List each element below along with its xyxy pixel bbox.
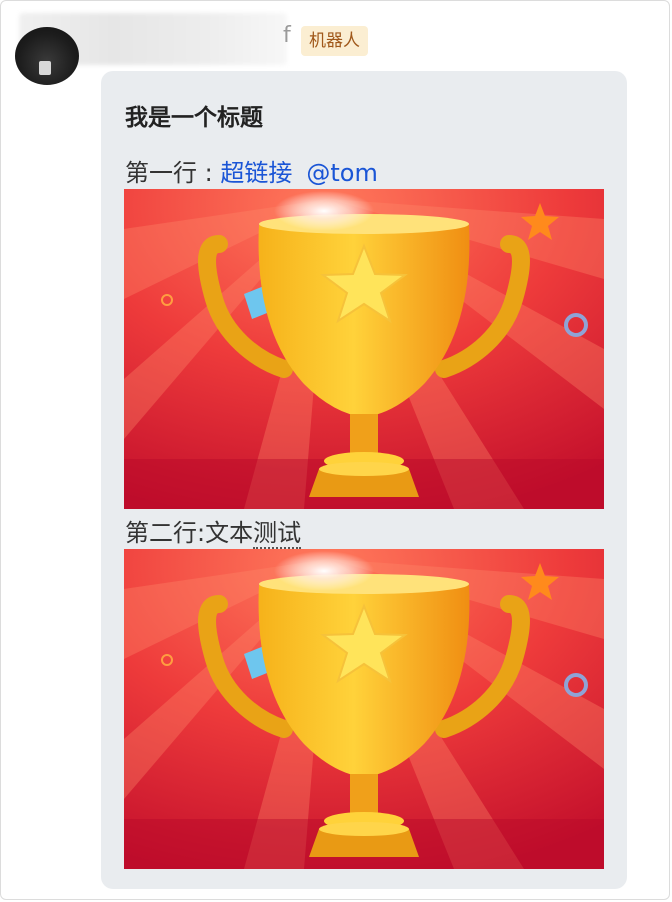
mention-link[interactable]: @tom <box>306 159 377 187</box>
message-line-1: 第一行 : 超链接 @tom <box>125 153 378 188</box>
trophy-image-2[interactable] <box>124 549 604 869</box>
hyperlink[interactable]: 超链接 <box>220 159 292 187</box>
trophy-icon <box>124 189 604 509</box>
trophy-image-1[interactable] <box>124 189 604 509</box>
line-2-prefix: 第二行:文本 <box>125 519 254 547</box>
underlined-text: 测试 <box>253 519 302 549</box>
message-title: 我是一个标题 <box>125 105 263 131</box>
trophy-icon <box>124 549 604 869</box>
robot-badge: 机器人 <box>301 26 368 56</box>
line-1-prefix: 第一行 : <box>125 159 221 187</box>
sender-avatar[interactable] <box>15 27 79 85</box>
chat-window: f 机器人 我是一个标题 第一行 : 超链接 @tom 第二行:文本测试 <box>0 0 670 900</box>
sender-name[interactable]: f <box>283 23 291 48</box>
message-line-2: 第二行:文本测试 <box>125 513 302 549</box>
